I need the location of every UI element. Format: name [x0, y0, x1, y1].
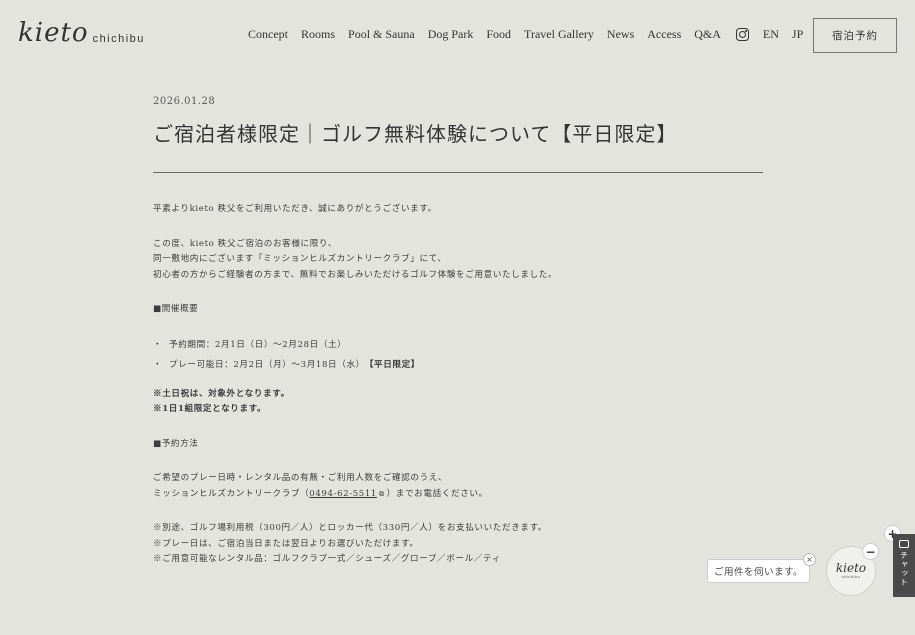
- note-one-group: ※1日1組限定となります。: [153, 404, 267, 414]
- nav-food[interactable]: Food: [486, 27, 511, 42]
- instagram-icon[interactable]: [735, 28, 749, 41]
- nav-dog-park[interactable]: Dog Park: [428, 27, 474, 42]
- minus-icon[interactable]: −: [862, 543, 879, 560]
- bullet-reservation-period: 予約期間：2月1日（日）〜2月28日（土）: [169, 339, 347, 350]
- article-date: 2026.01.28: [153, 96, 216, 107]
- list-item: ・ プレー可能日：2月2日（月）〜3月18日（水） 【平日限定】: [153, 358, 763, 372]
- para1-line3: 初心者の方からご経験者の方まで、無料でお楽しみいただけるゴルフ体験をご用意いたし…: [153, 269, 558, 280]
- list-item: ・ 予約期間：2月1日（日）〜2月28日（土）: [153, 338, 763, 352]
- para2-line1: ご希望のプレー日時・レンタル品の有無・ご利用人数をご確認のうえ、: [153, 473, 448, 483]
- para2-line2: ミッションヒルズカントリークラブ（0494-62-5511 ⧉ ）までお電話ください…: [153, 487, 763, 503]
- reserve-button[interactable]: 宿泊予約: [813, 18, 897, 53]
- site-logo[interactable]: kieto chichibu: [18, 20, 145, 46]
- logo-subtitle: chichibu: [92, 33, 145, 45]
- para3-line1: ※別途、ゴルフ場利用税（300円／人）とロッカー代（330円／人）をお支払いいた…: [153, 523, 548, 533]
- para2-line2-pre: ミッションヒルズカントリークラブ（: [153, 488, 310, 499]
- bullet-mark: ・: [153, 359, 163, 370]
- site-header: kieto chichibu Concept Rooms Pool & Saun…: [0, 0, 915, 70]
- avatar-logo-sub: chichibu: [841, 574, 861, 579]
- chat-bubble-icon: [899, 540, 909, 548]
- section-heading-overview: ■開催概要: [153, 304, 199, 314]
- para3-line3: ※ご用意可能なレンタル品：ゴルフクラブ一式／シューズ／グローブ／ボール／ティ: [153, 554, 501, 564]
- article-body: 平素よりkieto 秩父をご利用いただき、誠にありがとうございます。 この度、k…: [153, 202, 763, 568]
- section-heading-reservation: ■予約方法: [153, 438, 199, 449]
- nav-concept[interactable]: Concept: [248, 27, 288, 42]
- nav-pool-sauna[interactable]: Pool & Sauna: [348, 27, 415, 42]
- phone-link[interactable]: 0494-62-5511: [309, 489, 377, 499]
- news-article: 2026.01.28 ご宿泊者様限定｜ゴルフ無料体験について【平日限定】 平素よ…: [153, 96, 763, 568]
- nav-qa[interactable]: Q&A: [694, 27, 721, 42]
- nav-rooms[interactable]: Rooms: [301, 27, 335, 42]
- para3-line2: ※プレー日は、ご宿泊当日または翌日よりお選びいただけます。: [153, 538, 419, 549]
- nav-access[interactable]: Access: [647, 27, 681, 42]
- lang-jp-link[interactable]: JP: [792, 27, 803, 42]
- nav-travel-gallery[interactable]: Travel Gallery: [524, 27, 594, 42]
- intro-text: 平素よりkieto 秩父をご利用いただき、誠にありがとうございます。: [153, 204, 437, 214]
- bullet-play-dates: プレー可能日：2月2日（月）〜3月18日（水）: [169, 359, 365, 370]
- logo-wordmark: kieto: [18, 18, 89, 48]
- title-divider: [153, 172, 763, 173]
- nav-news[interactable]: News: [607, 27, 634, 42]
- chat-tab[interactable]: チャット: [893, 534, 915, 597]
- para2-line2-post: ）までお電話ください。: [386, 488, 488, 499]
- avatar-logo: kieto: [835, 561, 867, 575]
- para1-line1: この度、kieto 秩父ご宿泊のお客様に限り、: [153, 238, 337, 249]
- weekday-only-label: 【平日限定】: [364, 359, 420, 370]
- chat-greeting-bubble[interactable]: ご用件を伺います。: [707, 559, 810, 583]
- close-icon[interactable]: ×: [803, 553, 816, 566]
- note-weekend-excluded: ※土日祝は、対象外となります。: [153, 388, 290, 399]
- bullet-mark: ・: [153, 339, 163, 350]
- article-title: ご宿泊者様限定｜ゴルフ無料体験について【平日限定】: [153, 122, 678, 146]
- main-nav: Concept Rooms Pool & Sauna Dog Park Food…: [248, 27, 816, 42]
- external-link-icon: ⧉: [378, 489, 385, 498]
- chat-tab-label: チャット: [899, 551, 909, 587]
- para1-line2: 同一敷地内にございます「ミッションヒルズカントリークラブ」にて、: [153, 254, 447, 264]
- lang-en-link[interactable]: EN: [763, 27, 779, 42]
